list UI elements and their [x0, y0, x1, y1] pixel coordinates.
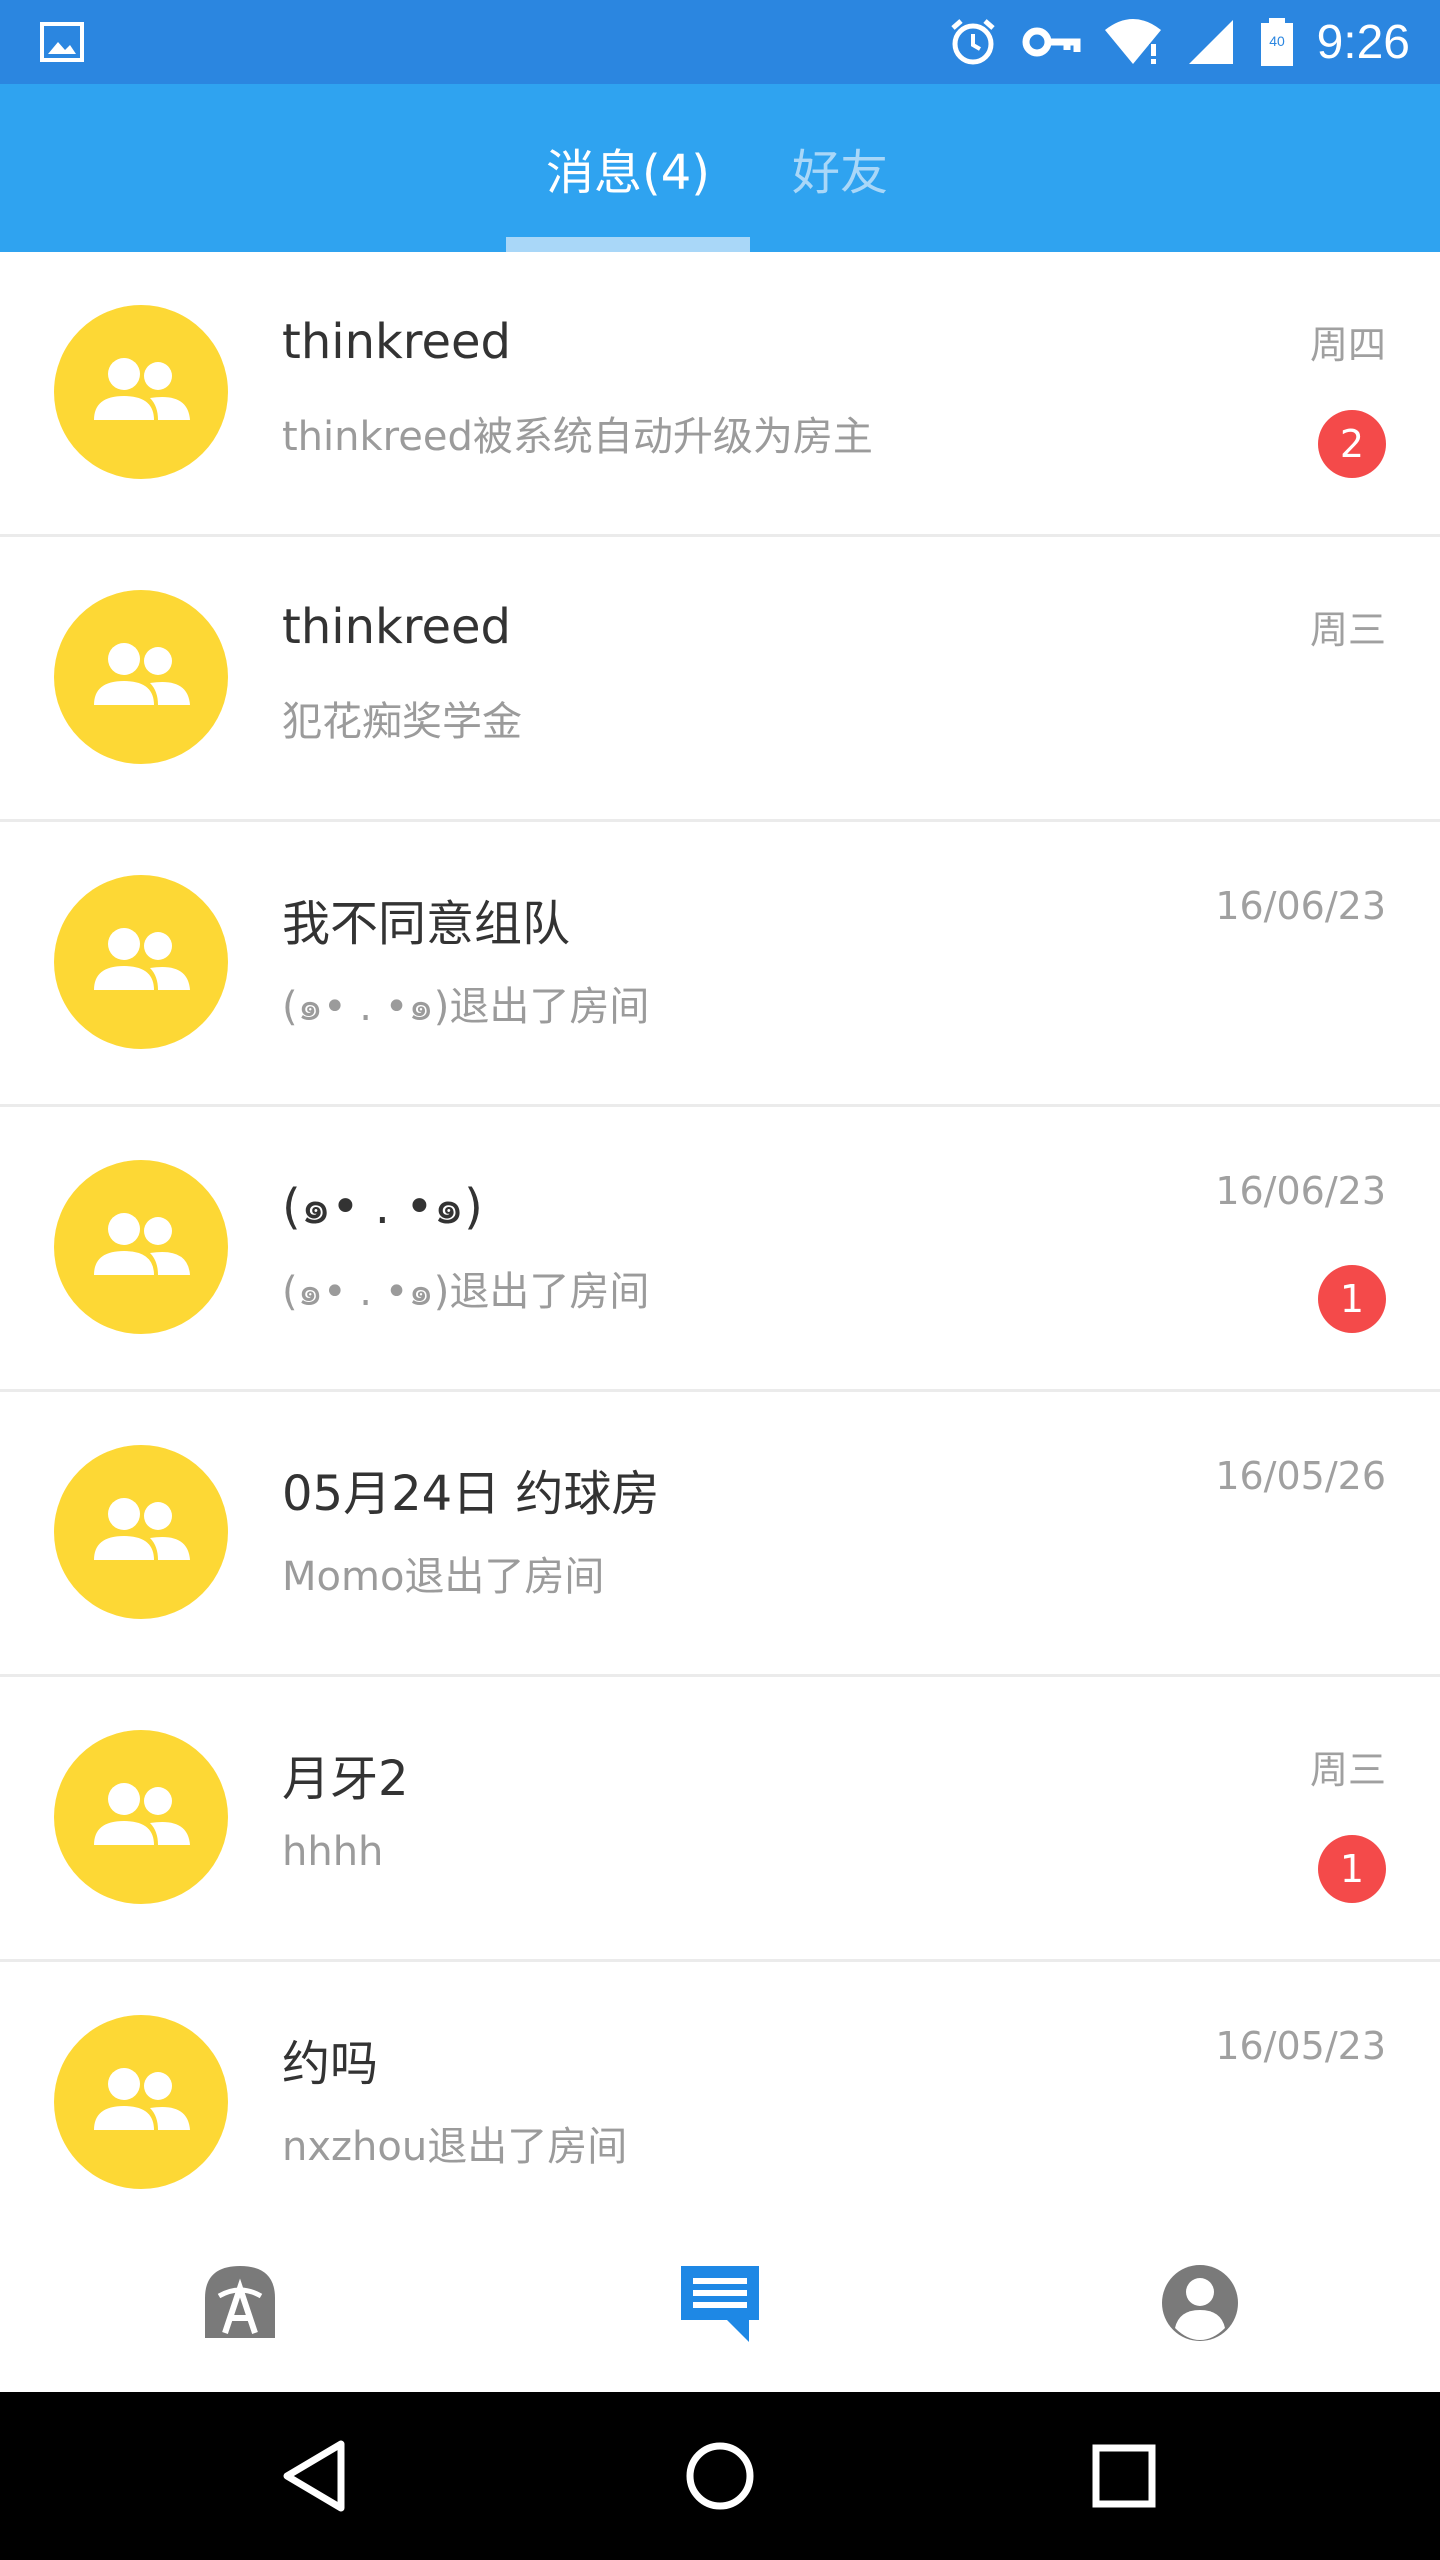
alarm-icon [950, 19, 995, 65]
battery-icon: 40 [1260, 18, 1293, 66]
conversation-last-message: hhhh [282, 1829, 384, 1875]
messages-icon[interactable] [675, 2258, 765, 2348]
conversation-last-message: (๑• . •๑)退出了房间 [282, 1269, 650, 1315]
conversation-date: 16/06/23 [1215, 1169, 1386, 1213]
conversation-row[interactable]: (๑• . •๑) (๑• . •๑)退出了房间 16/06/23 1 [0, 1107, 1440, 1392]
vpn-key-icon [1022, 27, 1081, 57]
svg-text:40: 40 [1269, 33, 1285, 49]
conversation-title: 我不同意组队 [282, 896, 571, 952]
conversation-date: 16/05/23 [1215, 2024, 1386, 2068]
conversation-row[interactable]: 05月24日 约球房 Momo退出了房间 16/05/26 [0, 1392, 1440, 1677]
back-icon[interactable] [277, 2436, 357, 2516]
status-icons: 40 9:26 [947, 0, 1410, 84]
unread-badge: 1 [1318, 1265, 1386, 1333]
home-button-icon[interactable] [680, 2436, 760, 2516]
conversation-title: (๑• . •๑) [282, 1179, 483, 1235]
conversation-date: 周三 [1309, 1748, 1386, 1792]
conversation-row[interactable]: 我不同意组队 (๑• . •๑)退出了房间 16/06/23 [0, 822, 1440, 1107]
conversation-date: 周四 [1309, 323, 1386, 367]
conversation-title: 05月24日 约球房 [282, 1466, 660, 1522]
conversation-list: thinkreed thinkreed被系统自动升级为房主 周四 2 think… [0, 252, 1440, 2244]
wifi-icon [1104, 19, 1161, 64]
conversation-date: 16/05/26 [1215, 1454, 1386, 1498]
recents-icon[interactable] [1084, 2436, 1164, 2516]
conversation-title: thinkreed [282, 599, 512, 655]
signal-icon [1188, 20, 1233, 64]
group-avatar-icon [54, 875, 228, 1049]
system-navigation-bar [0, 2392, 1440, 2560]
group-avatar-icon [54, 1445, 228, 1619]
group-avatar-icon [54, 590, 228, 764]
conversation-row[interactable]: 月牙2 hhhh 周三 1 [0, 1677, 1440, 1962]
conversation-row[interactable]: 约吗 nxzhou退出了房间 16/05/23 [0, 1962, 1440, 2244]
unread-badge: 2 [1318, 410, 1386, 478]
conversation-last-message: nxzhou退出了房间 [282, 2124, 628, 2170]
status-bar: 40 9:26 [0, 0, 1440, 84]
unread-badge: 1 [1318, 1835, 1386, 1903]
group-avatar-icon [54, 1160, 228, 1334]
top-tab-bar: 消息(4) 好友 [0, 84, 1440, 252]
tab-friends[interactable]: 好友 [780, 84, 900, 252]
conversation-last-message: Momo退出了房间 [282, 1554, 605, 1600]
group-avatar-icon [54, 1730, 228, 1904]
conversation-date: 周三 [1309, 608, 1386, 652]
conversation-date: 16/06/23 [1215, 884, 1386, 928]
clock: 9:26 [1316, 15, 1410, 69]
gallery-icon [40, 22, 84, 62]
tab-messages[interactable]: 消息(4) [506, 84, 750, 252]
conversation-title: 约吗 [282, 2036, 379, 2092]
home-icon[interactable] [195, 2258, 285, 2348]
conversation-title: 月牙2 [282, 1751, 409, 1807]
conversation-row[interactable]: thinkreed thinkreed被系统自动升级为房主 周四 2 [0, 252, 1440, 537]
conversation-last-message: (๑• . •๑)退出了房间 [282, 984, 650, 1030]
tab-indicator [506, 237, 750, 252]
bottom-navigation [0, 2218, 1440, 2392]
group-avatar-icon [54, 305, 228, 479]
conversation-title: thinkreed [282, 314, 512, 370]
group-avatar-icon [54, 2015, 228, 2189]
conversation-last-message: 犯花痴奖学金 [282, 699, 522, 745]
profile-icon[interactable] [1155, 2258, 1245, 2348]
conversation-row[interactable]: thinkreed 犯花痴奖学金 周三 [0, 537, 1440, 822]
conversation-last-message: thinkreed被系统自动升级为房主 [282, 414, 873, 460]
